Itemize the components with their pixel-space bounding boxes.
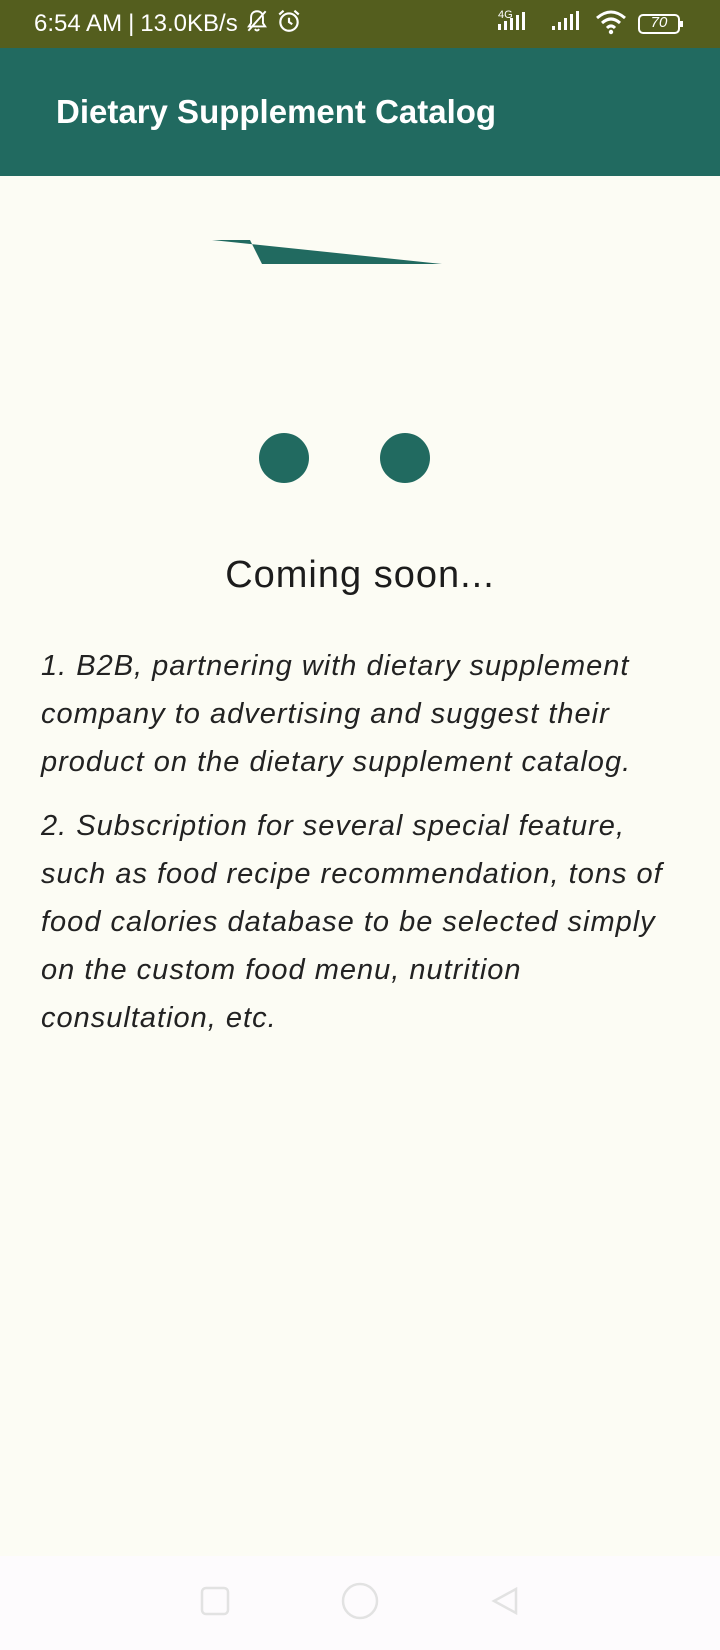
status-time: 6:54 AM [34,10,123,37]
home-button[interactable] [340,1581,380,1626]
recent-apps-button[interactable] [200,1586,230,1621]
shopping-cart-icon [210,240,480,500]
coming-soon-heading: Coming soon... [225,554,495,596]
navigation-bar [0,1556,720,1650]
page-title: Dietary Supplement Catalog [56,93,497,130]
battery-icon: 70 [638,13,684,35]
signal-icon [550,8,584,41]
signal-4g-icon: 4G [496,8,540,41]
status-separator: | [128,10,135,37]
status-left: 6:54 AM | 13.0KB/s [34,8,302,41]
alarm-icon [276,8,302,41]
feature-item-subscription: 2. Subscription for several special feat… [41,810,663,1034]
feature-item-b2b: 1. B2B, partnering with dietary suppleme… [41,650,632,778]
bell-off-icon [244,8,270,41]
status-bar: 6:54 AM | 13.0KB/s 4G 70 [0,0,720,48]
feature-list: 1. B2B, partnering with dietary suppleme… [41,642,691,1058]
battery-level: 70 [650,14,668,31]
back-button[interactable] [490,1586,520,1621]
status-right: 4G 70 [496,8,684,41]
wifi-icon [594,8,628,41]
app-bar: Dietary Supplement Catalog [0,48,720,176]
network-speed: 13.0KB/s [140,10,238,37]
